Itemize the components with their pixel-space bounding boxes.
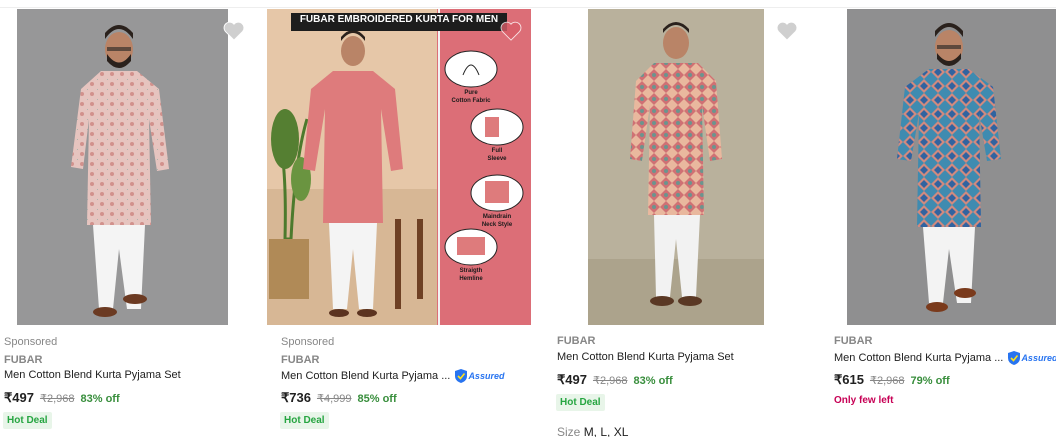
selling-price: ₹497 bbox=[4, 390, 34, 405]
hot-deal-badge: Hot Deal bbox=[556, 394, 605, 411]
brand-name: FUBAR bbox=[557, 335, 596, 347]
hot-deal-badge: Hot Deal bbox=[280, 412, 329, 429]
wishlist-heart-icon[interactable] bbox=[500, 21, 522, 41]
available-sizes: M, L, XL bbox=[583, 425, 629, 437]
selling-price: ₹615 bbox=[834, 372, 864, 387]
assured-shield-icon bbox=[455, 369, 468, 383]
banner-feature-fabric: Pure Cotton Fabric bbox=[451, 90, 491, 104]
product-card-4[interactable]: FUBAR Men Cotton Blend Kurta Pyjama ... … bbox=[830, 9, 1056, 437]
banner-feature-sleeve: Full Sleeve bbox=[487, 148, 507, 162]
product-title[interactable]: Men Cotton Blend Kurta Pyjama ... Assure… bbox=[834, 351, 1056, 365]
product-card-2[interactable]: FUBAR EMBROIDERED KURTA FOR MEN Pure Cot… bbox=[266, 9, 536, 437]
price-row: ₹615 ₹2,968 79% off bbox=[834, 372, 950, 388]
product-title[interactable]: Men Cotton Blend Kurta Pyjama ... Assure… bbox=[281, 369, 504, 383]
assured-badge: Assured bbox=[1008, 351, 1056, 365]
discount-percent: 79% off bbox=[910, 375, 950, 387]
product-image-1[interactable] bbox=[17, 9, 228, 325]
hot-deal-badge: Hot Deal bbox=[3, 412, 52, 429]
top-strip bbox=[0, 0, 1056, 8]
discount-percent: 83% off bbox=[80, 393, 120, 405]
banner-heading: FUBAR EMBROIDERED KURTA FOR MEN bbox=[299, 14, 499, 25]
brand-name: FUBAR bbox=[834, 335, 873, 347]
discount-percent: 83% off bbox=[633, 375, 673, 387]
selling-price: ₹497 bbox=[557, 372, 587, 387]
banner-feature-neck: Maindrain Neck Style bbox=[481, 214, 513, 228]
banner-feature-hemline: Straigth Hemline bbox=[459, 268, 483, 282]
price-row: ₹497 ₹2,968 83% off bbox=[557, 372, 673, 388]
original-price: ₹2,968 bbox=[592, 375, 628, 387]
original-price: ₹2,968 bbox=[39, 393, 75, 405]
sponsored-label: Sponsored bbox=[281, 336, 335, 348]
wishlist-heart-icon[interactable] bbox=[776, 21, 798, 41]
discount-percent: 85% off bbox=[357, 393, 397, 405]
product-image-3[interactable] bbox=[588, 9, 764, 325]
selling-price: ₹736 bbox=[281, 390, 311, 405]
assured-shield-icon bbox=[1008, 351, 1021, 365]
product-image-2[interactable]: FUBAR EMBROIDERED KURTA FOR MEN Pure Cot… bbox=[267, 9, 531, 325]
stock-warning: Only few left bbox=[834, 395, 894, 406]
product-title[interactable]: Men Cotton Blend Kurta Pyjama Set bbox=[4, 369, 181, 381]
price-row: ₹497 ₹2,968 83% off bbox=[4, 390, 120, 406]
product-title[interactable]: Men Cotton Blend Kurta Pyjama Set bbox=[557, 351, 734, 363]
price-row: ₹736 ₹4,999 85% off bbox=[281, 390, 397, 406]
sponsored-label: Sponsored bbox=[4, 336, 58, 348]
original-price: ₹2,968 bbox=[869, 375, 905, 387]
brand-name: FUBAR bbox=[281, 354, 320, 366]
brand-name: FUBAR bbox=[4, 354, 43, 366]
product-image-4[interactable] bbox=[847, 9, 1056, 325]
product-card-1[interactable]: Sponsored FUBAR Men Cotton Blend Kurta P… bbox=[0, 9, 260, 437]
wishlist-heart-icon[interactable] bbox=[223, 21, 245, 41]
product-card-3[interactable]: FUBAR Men Cotton Blend Kurta Pyjama Set … bbox=[553, 9, 823, 437]
original-price: ₹4,999 bbox=[316, 393, 352, 405]
size-info: Size M, L, XL bbox=[557, 425, 629, 437]
assured-badge: Assured bbox=[455, 369, 504, 383]
